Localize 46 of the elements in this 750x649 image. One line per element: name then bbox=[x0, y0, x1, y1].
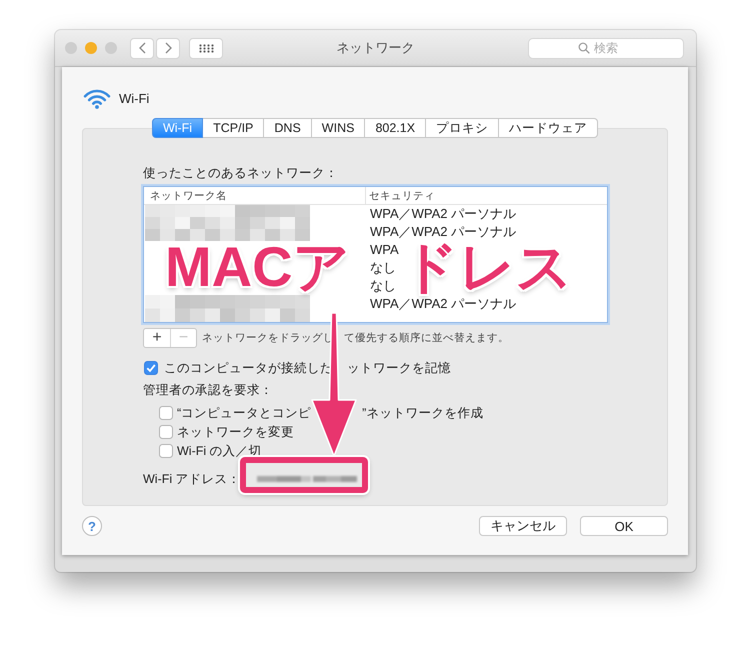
wifi-icon bbox=[83, 88, 111, 109]
cancel-button[interactable]: キャンセル bbox=[479, 516, 567, 536]
list-label: 使ったことのあるネットワーク： bbox=[143, 165, 338, 181]
service-name: Wi-Fi bbox=[119, 91, 150, 106]
search-icon bbox=[578, 42, 590, 54]
address-label: Wi-Fi アドレス： bbox=[143, 471, 241, 487]
security-cell: WPA／WPA2 パーソナル bbox=[370, 206, 516, 221]
tab[interactable]: プロキシ bbox=[426, 118, 500, 138]
annotation-text: MACア bbox=[165, 241, 350, 293]
grid-icon bbox=[198, 44, 214, 52]
tab[interactable]: ハードウェア bbox=[499, 118, 598, 138]
checkbox[interactable] bbox=[159, 425, 173, 439]
tab[interactable]: WINS bbox=[312, 118, 366, 138]
security-cell: WPA／WPA2 パーソナル bbox=[370, 224, 516, 239]
tab[interactable]: TCP/IP bbox=[203, 118, 264, 138]
add-button[interactable]: + bbox=[144, 329, 170, 347]
forward-button[interactable] bbox=[156, 38, 180, 58]
annotation-text: ドレス bbox=[402, 241, 573, 293]
help-button[interactable]: ? bbox=[82, 516, 102, 536]
show-all-button[interactable] bbox=[189, 38, 223, 58]
chevron-right-icon bbox=[164, 42, 172, 54]
security-cell: WPA／WPA2 パーソナル bbox=[370, 296, 516, 311]
hint-text: て優先する順序に並べ替えます。 bbox=[344, 331, 509, 345]
tab[interactable]: 802.1X bbox=[365, 118, 426, 138]
back-button[interactable] bbox=[130, 38, 154, 58]
column-header[interactable]: セキュリティ bbox=[369, 188, 435, 202]
checkbox-label: ットワークを記憶 bbox=[347, 360, 451, 376]
checkbox-label: ”ネットワークを作成 bbox=[362, 405, 484, 421]
checkbox-label: “コンピュータとコンピ bbox=[177, 405, 312, 421]
section-label: 管理者の承認を要求： bbox=[143, 382, 273, 398]
security-cell: なし bbox=[370, 278, 396, 293]
checkbox-label: ネットワークを変更 bbox=[177, 424, 294, 440]
chevron-left-icon bbox=[138, 42, 146, 54]
ok-button[interactable]: OK bbox=[580, 516, 668, 536]
checkbox[interactable] bbox=[159, 406, 173, 420]
security-cell: なし bbox=[370, 260, 396, 275]
checkbox[interactable] bbox=[144, 361, 158, 375]
search-field[interactable]: 検索 bbox=[528, 38, 684, 58]
column-header[interactable]: ネットワーク名 bbox=[150, 188, 227, 202]
window-control-icon[interactable] bbox=[85, 42, 97, 54]
tab[interactable]: DNS bbox=[264, 118, 312, 138]
window-title: ネットワーク bbox=[336, 39, 414, 57]
checkbox[interactable] bbox=[159, 444, 173, 458]
window-control-icon[interactable] bbox=[105, 42, 117, 54]
security-cell: WPA bbox=[370, 242, 399, 257]
window-control-icon[interactable] bbox=[65, 42, 77, 54]
